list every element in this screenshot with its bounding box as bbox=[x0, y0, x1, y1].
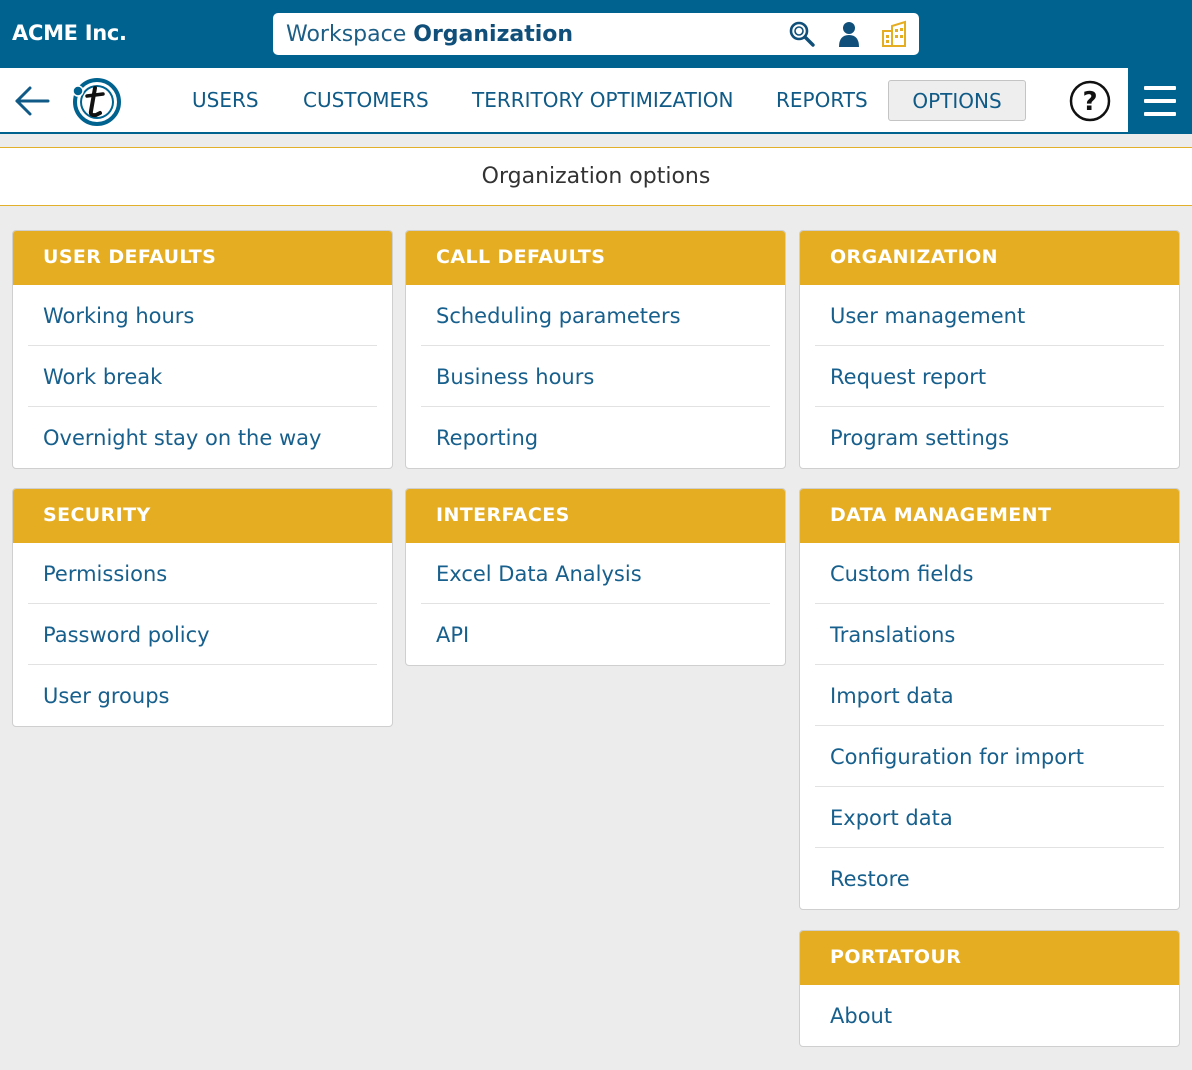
card-header: USER DEFAULTS bbox=[13, 231, 392, 285]
card-header: CALL DEFAULTS bbox=[406, 231, 785, 285]
card-security: SECURITY Permissions Password policy Use… bbox=[12, 488, 393, 727]
portatour-logo-icon[interactable] bbox=[71, 77, 123, 127]
nav-users[interactable]: USERS bbox=[192, 88, 259, 114]
card-header: SECURITY bbox=[13, 489, 392, 543]
back-arrow-icon[interactable] bbox=[12, 83, 52, 119]
link-restore[interactable]: Restore bbox=[815, 848, 1164, 909]
page-title: Organization options bbox=[481, 164, 711, 189]
workspace-name: Organization bbox=[413, 22, 574, 47]
link-password-policy[interactable]: Password policy bbox=[28, 604, 377, 665]
link-program-settings[interactable]: Program settings bbox=[815, 407, 1164, 468]
workspace-prefix: Workspace bbox=[286, 22, 407, 47]
nav-options[interactable]: OPTIONS bbox=[888, 80, 1026, 121]
card-user-defaults: USER DEFAULTS Working hours Work break O… bbox=[12, 230, 393, 469]
building-icon[interactable] bbox=[880, 20, 908, 48]
link-work-break[interactable]: Work break bbox=[28, 346, 377, 407]
card-interfaces: INTERFACES Excel Data Analysis API bbox=[405, 488, 786, 666]
card-header: DATA MANAGEMENT bbox=[800, 489, 1179, 543]
help-symbol: ? bbox=[1082, 87, 1097, 117]
card-call-defaults: CALL DEFAULTS Scheduling parameters Busi… bbox=[405, 230, 786, 469]
link-user-groups[interactable]: User groups bbox=[28, 665, 377, 726]
link-custom-fields[interactable]: Custom fields bbox=[815, 543, 1164, 604]
card-header: ORGANIZATION bbox=[800, 231, 1179, 285]
link-request-report[interactable]: Request report bbox=[815, 346, 1164, 407]
page-title-band: Organization options bbox=[0, 147, 1192, 206]
link-overnight-stay[interactable]: Overnight stay on the way bbox=[28, 407, 377, 468]
company-name: ACME Inc. bbox=[12, 21, 127, 45]
card-organization: ORGANIZATION User management Request rep… bbox=[799, 230, 1180, 469]
link-export-data[interactable]: Export data bbox=[815, 787, 1164, 848]
top-bar: ACME Inc. Workspace Organization bbox=[0, 0, 1192, 68]
link-import-data[interactable]: Import data bbox=[815, 665, 1164, 726]
card-header: PORTATOUR bbox=[800, 931, 1179, 985]
card-portatour: PORTATOUR About bbox=[799, 930, 1180, 1047]
card-data-management: DATA MANAGEMENT Custom fields Translatio… bbox=[799, 488, 1180, 910]
main-navigation: USERS CUSTOMERS TERRITORY OPTIMIZATION R… bbox=[0, 68, 1192, 134]
link-api[interactable]: API bbox=[421, 604, 770, 665]
link-permissions[interactable]: Permissions bbox=[28, 543, 377, 604]
user-icon[interactable] bbox=[835, 20, 863, 48]
link-excel-data-analysis[interactable]: Excel Data Analysis bbox=[421, 543, 770, 604]
link-business-hours[interactable]: Business hours bbox=[421, 346, 770, 407]
link-translations[interactable]: Translations bbox=[815, 604, 1164, 665]
link-configuration-for-import[interactable]: Configuration for import bbox=[815, 726, 1164, 787]
hamburger-menu-icon[interactable] bbox=[1128, 68, 1192, 134]
card-header: INTERFACES bbox=[406, 489, 785, 543]
link-reporting[interactable]: Reporting bbox=[421, 407, 770, 468]
link-working-hours[interactable]: Working hours bbox=[28, 285, 377, 346]
nav-reports[interactable]: REPORTS bbox=[776, 88, 868, 114]
link-scheduling-parameters[interactable]: Scheduling parameters bbox=[421, 285, 770, 346]
link-about[interactable]: About bbox=[815, 985, 1164, 1046]
search-icon[interactable] bbox=[788, 20, 816, 48]
help-icon[interactable]: ? bbox=[1069, 80, 1111, 122]
workspace-selector[interactable]: Workspace Organization bbox=[273, 13, 919, 55]
nav-customers[interactable]: CUSTOMERS bbox=[303, 88, 429, 114]
link-user-management[interactable]: User management bbox=[815, 285, 1164, 346]
workspace-label: Workspace Organization bbox=[286, 22, 573, 47]
nav-territory-optimization[interactable]: TERRITORY OPTIMIZATION bbox=[472, 88, 733, 114]
